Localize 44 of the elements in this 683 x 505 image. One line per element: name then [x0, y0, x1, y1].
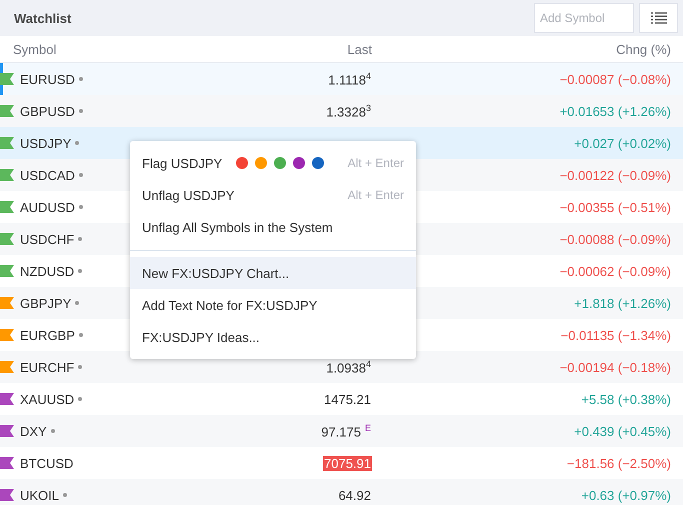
menu-item-label: Unflag All Symbols in the System	[142, 220, 333, 234]
symbol-name: NZDUSD	[20, 264, 74, 278]
shortcut-hint: Alt + Enter	[348, 188, 404, 202]
price-change: −0.00194 (−0.18%)	[560, 360, 671, 374]
last-price: 97.175 $^{E}$	[320, 422, 372, 440]
menu-item-label: Add Text Note for FX:USDJPY	[142, 298, 318, 312]
price-change: −0.00088 (−0.09%)	[560, 232, 671, 246]
last-price: 1475.21	[323, 392, 372, 406]
price-change: +0.63 (+0.97%)	[581, 488, 671, 502]
price-change: −0.00122 (−0.09%)	[560, 168, 671, 182]
symbol-name: DXY	[20, 424, 47, 438]
symbol-name: EURUSD	[20, 72, 75, 86]
symbol-name: GBPUSD	[20, 104, 75, 118]
price-change: +1.818 (+1.26%)	[574, 296, 671, 310]
symbol-name: XAUUSD	[20, 392, 74, 406]
menu-item-label: Unflag USDJPY	[142, 188, 234, 202]
last-price: 1.0938$^{4}$	[325, 358, 372, 376]
symbol-name: BTCUSD	[20, 456, 74, 470]
symbol-name: UKOIL	[20, 488, 60, 502]
price-change: −0.00087 (−0.08%)	[560, 72, 671, 86]
watchlist-title: Watchlist	[14, 10, 72, 26]
menu-item-label: New FX:USDJPY Chart...	[142, 266, 290, 280]
price-change: +0.027 (+0.02%)	[574, 136, 671, 150]
last-price: 1.1118$^{4}$	[327, 70, 372, 88]
symbol-name: USDCAD	[20, 168, 75, 182]
shortcut-hint: Alt + Enter	[348, 156, 404, 170]
menu-item-label: Flag USDJPY	[142, 156, 222, 170]
symbol-name: EURCHF	[20, 360, 74, 374]
price-change: −0.00062 (−0.09%)	[560, 264, 671, 278]
price-change: −0.00355 (−0.51%)	[560, 200, 671, 214]
last-price: 1.3328$^{3}$	[325, 102, 372, 120]
last-price: 64.92	[337, 488, 372, 502]
symbol-name: USDCHF	[20, 232, 74, 246]
symbol-name: AUDUSD	[20, 200, 75, 214]
price-change: +0.439 (+0.45%)	[574, 424, 671, 438]
price-change: +0.01653 (+1.26%)	[560, 104, 671, 118]
price-change: −181.56 (−2.50%)	[566, 456, 671, 470]
price-change: −0.01135 (−1.34%)	[560, 328, 671, 342]
symbol-name: EURGBP	[20, 328, 75, 342]
symbol-name: GBPJPY	[20, 296, 72, 310]
menu-item-label: FX:USDJPY Ideas...	[142, 330, 260, 344]
last-price: 7075.91	[323, 456, 372, 470]
symbol-name: USDJPY	[20, 136, 72, 150]
price-change: +5.58 (+0.38%)	[581, 392, 671, 406]
